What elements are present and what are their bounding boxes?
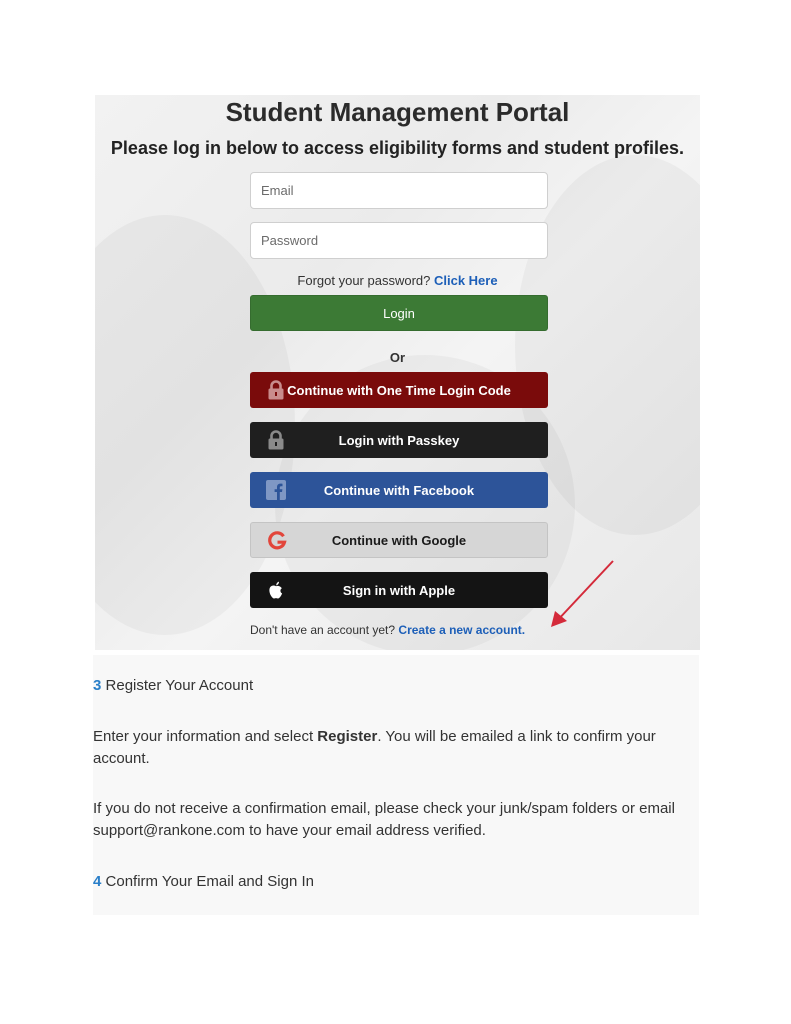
login-button-label: Login	[383, 305, 415, 321]
step-title: Register Your Account	[105, 677, 254, 694]
register-instructions: Enter your information and select Regist…	[93, 726, 699, 770]
register-keyword: Register	[317, 728, 378, 745]
text-span: Enter your information and select	[93, 728, 318, 745]
forgot-password-text: Forgot your password?	[297, 273, 431, 288]
signup-text: Don't have an account yet?	[250, 623, 396, 637]
facebook-icon	[266, 480, 286, 500]
step-4-heading: 4 Confirm Your Email and Sign In	[93, 871, 314, 893]
one-time-code-button[interactable]: Continue with One Time Login Code	[250, 372, 548, 408]
facebook-label: Continue with Facebook	[323, 482, 475, 498]
password-field[interactable]	[250, 222, 548, 259]
google-icon	[267, 531, 287, 551]
forgot-password-row: Forgot your password? Click Here	[95, 273, 700, 288]
annotation-arrow-icon	[551, 560, 614, 627]
passkey-label: Login with Passkey	[338, 432, 460, 448]
google-button[interactable]: Continue with Google	[250, 522, 548, 558]
apple-icon	[266, 580, 286, 600]
page-title: Student Management Portal	[225, 97, 570, 127]
page-subtitle: Please log in below to access eligibilit…	[110, 138, 685, 158]
create-account-link[interactable]: Create a new account.	[398, 623, 525, 637]
lock-icon	[266, 380, 286, 400]
or-divider: Or	[389, 350, 406, 365]
step-number: 4	[93, 873, 102, 890]
signup-row: Don't have an account yet? Create a new …	[250, 623, 550, 637]
login-screenshot: Student Management Portal Please log in …	[95, 95, 700, 650]
instructions-article: 3 Register Your Account Enter your infor…	[93, 655, 699, 915]
step-number: 3	[93, 677, 102, 694]
lock-icon	[266, 430, 286, 450]
confirmation-help-text: If you do not receive a confirmation ema…	[93, 800, 675, 839]
login-button[interactable]: Login	[250, 295, 548, 331]
apple-label: Sign in with Apple	[342, 582, 456, 598]
step-title: Confirm Your Email and Sign In	[105, 873, 314, 890]
passkey-button[interactable]: Login with Passkey	[250, 422, 548, 458]
apple-button[interactable]: Sign in with Apple	[250, 572, 548, 608]
facebook-button[interactable]: Continue with Facebook	[250, 472, 548, 508]
email-field[interactable]	[250, 172, 548, 209]
one-time-code-label: Continue with One Time Login Code	[287, 382, 511, 398]
google-label: Continue with Google	[331, 532, 467, 548]
step-3-heading: 3 Register Your Account	[93, 675, 253, 697]
forgot-password-link[interactable]: Click Here	[434, 273, 498, 288]
